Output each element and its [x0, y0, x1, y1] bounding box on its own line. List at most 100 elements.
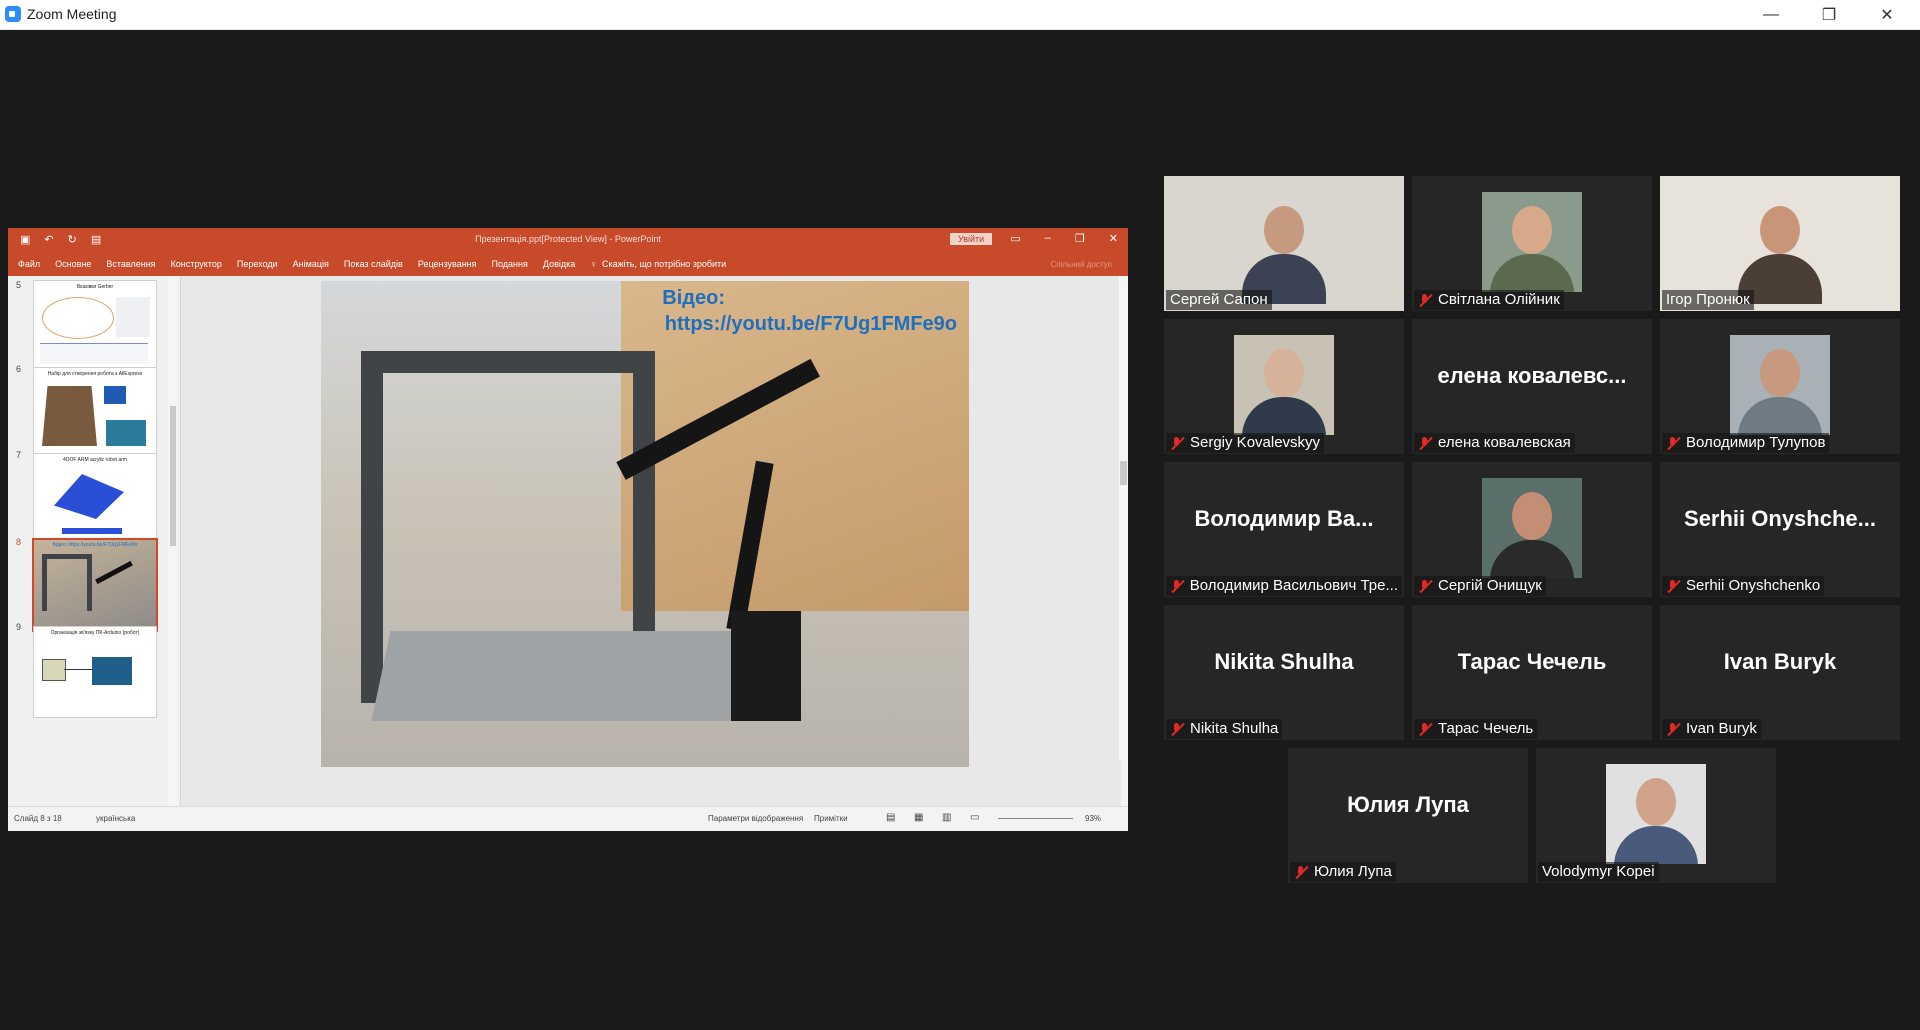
participant-tile[interactable]: Володимир Ва... Володимир Васильович Тре.…: [1164, 462, 1404, 597]
participant-tile[interactable]: Тарас Чечель Тарас Чечель: [1412, 605, 1652, 740]
participant-name-label: Юлия Лупа: [1290, 862, 1396, 882]
participant-name-label: елена ковалевская: [1414, 433, 1575, 453]
mic-muted-icon: [1294, 865, 1308, 879]
slide-counter: Слайд 8 з 18: [14, 814, 62, 823]
participant-tile[interactable]: Ivan Buryk Ivan Buryk: [1660, 605, 1900, 740]
participant-tile[interactable]: Sergiy Kovalevskyy: [1164, 319, 1404, 454]
slide-scrollbar[interactable]: [1119, 276, 1128, 760]
thumb-caption: Організація зв'язку ПК-Arduino (робот): [50, 630, 140, 636]
thumb-caption: Набір для створення робота з AliExpress: [47, 371, 143, 377]
participant-video: [1606, 764, 1706, 864]
tell-me-search[interactable]: Скажіть, що потрібно зробити: [602, 259, 726, 269]
ppt-close-icon[interactable]: ✕: [1109, 232, 1118, 245]
participant-tile[interactable]: Volodymyr Kopei: [1536, 748, 1776, 883]
participant-tile[interactable]: Ігор Пронюк: [1660, 176, 1900, 311]
participant-tile[interactable]: Nikita Shulha Nikita Shulha: [1164, 605, 1404, 740]
reading-view-icon[interactable]: ▥: [942, 812, 951, 823]
participant-name-label: Serhii Onyshchenko: [1662, 576, 1825, 596]
participant-display-name: Nikita Shulha: [1214, 649, 1354, 674]
menu-design[interactable]: Конструктор: [171, 259, 222, 269]
menu-view[interactable]: Подання: [492, 259, 528, 269]
slide-thumbnail-5[interactable]: Вказівки Gerber: [33, 280, 157, 372]
minimize-button[interactable]: —: [1742, 0, 1800, 29]
ppt-menu: Файл Основне Вставлення Конструктор Пере…: [18, 259, 741, 269]
share-button[interactable]: Спільний доступ: [1050, 260, 1112, 269]
display-settings-button[interactable]: Параметри відображення: [708, 814, 803, 823]
zoom-app-icon: [5, 6, 21, 22]
thumb-number: 8: [16, 537, 22, 547]
participant-name: Світлана Олійник: [1438, 291, 1560, 308]
participant-name: Sergiy Kovalevskyy: [1190, 434, 1321, 451]
slide-thumbnail-6[interactable]: Набір для створення робота з AliExpress: [33, 367, 157, 459]
menu-transitions[interactable]: Переходи: [237, 259, 278, 269]
participant-name: Юлия Лупа: [1314, 863, 1392, 880]
slide-video-link[interactable]: https://youtu.be/F7Ug1FMFe9o: [321, 311, 957, 337]
participant-tile[interactable]: Serhii Onyshche... Serhii Onyshchenko: [1660, 462, 1900, 597]
mic-muted-icon: [1418, 579, 1432, 593]
participant-display-name: Володимир Ва...: [1194, 506, 1374, 531]
participant-name-label: Володимир Тулупов: [1662, 433, 1830, 453]
menu-home[interactable]: Основне: [55, 259, 91, 269]
participant-name: Nikita Shulha: [1190, 720, 1279, 737]
ribbon-display-icon[interactable]: ▭: [1010, 232, 1020, 245]
thumb-number: 5: [16, 280, 22, 290]
lightbulb-icon: ♀: [590, 259, 597, 269]
zoom-slider[interactable]: [998, 818, 1073, 819]
participant-name: Ігор Пронюк: [1666, 291, 1750, 308]
current-slide: Відео: https://youtu.be/F7Ug1FMFe9o: [321, 281, 969, 767]
participant-name: Володимир Тулупов: [1686, 434, 1826, 451]
slide-thumbnail-7[interactable]: 4DOF ARM acrylic robot arm: [33, 453, 157, 545]
normal-view-icon[interactable]: ▤: [886, 812, 895, 823]
participant-tile[interactable]: Сергій Онищук: [1412, 462, 1652, 597]
menu-review[interactable]: Рецензування: [418, 259, 477, 269]
thumbnails-scrollbar[interactable]: [168, 276, 178, 806]
window-title: Zoom Meeting: [27, 6, 117, 22]
ppt-window-controls: ▭ – ❐ ✕: [1010, 232, 1118, 245]
zoom-level[interactable]: 93%: [1085, 814, 1101, 823]
window-title-bar: Zoom Meeting — ❐ ✕: [0, 0, 1920, 30]
close-button[interactable]: ✕: [1858, 0, 1916, 29]
slide-thumbnails-panel: 5 Вказівки Gerber 6 Набір для створення …: [8, 276, 181, 806]
notes-button[interactable]: Примітки: [814, 814, 848, 823]
mic-muted-icon: [1418, 722, 1432, 736]
thumb-number: 6: [16, 364, 22, 374]
participant-display-name: Юлия Лупа: [1347, 792, 1469, 817]
shared-screen[interactable]: ▣ ↶ ↻ ▤ Презентація.ppt[Protected View] …: [8, 228, 1128, 831]
mic-muted-icon: [1170, 579, 1184, 593]
participant-name-label: Сергей Сапон: [1166, 290, 1272, 310]
ppt-restore-icon[interactable]: ❐: [1075, 232, 1085, 245]
participant-name-label: Volodymyr Kopei: [1538, 862, 1659, 882]
menu-slideshow[interactable]: Показ слайдів: [344, 259, 403, 269]
participant-name-label: Ivan Buryk: [1662, 719, 1761, 739]
restore-button[interactable]: ❐: [1800, 0, 1858, 29]
participant-display-name: Serhii Onyshche...: [1684, 506, 1876, 531]
menu-file[interactable]: Файл: [18, 259, 40, 269]
slide-thumbnail-9[interactable]: Організація зв'язку ПК-Arduino (робот): [33, 626, 157, 718]
menu-help[interactable]: Довідка: [543, 259, 575, 269]
thumb-caption: Вказівки Gerber: [76, 284, 114, 290]
participant-tile[interactable]: Володимир Тулупов: [1660, 319, 1900, 454]
participant-name-label: Nikita Shulha: [1166, 719, 1283, 739]
slide-editor-area: Відео: https://youtu.be/F7Ug1FMFe9o: [181, 276, 1121, 806]
slide-video-caption: Відео: https://youtu.be/F7Ug1FMFe9o: [321, 285, 969, 337]
mic-muted-icon: [1418, 293, 1432, 307]
participant-tile[interactable]: Сергей Сапон: [1164, 176, 1404, 311]
ppt-minimize-icon[interactable]: –: [1045, 232, 1051, 245]
signin-button[interactable]: Увійти: [950, 233, 993, 245]
language-indicator[interactable]: українська: [96, 814, 135, 823]
mic-muted-icon: [1170, 436, 1184, 450]
menu-animations[interactable]: Анімація: [293, 259, 329, 269]
thumb-number: 9: [16, 622, 22, 632]
slideshow-icon[interactable]: ▭: [970, 812, 979, 823]
participant-name-label: Володимир Васильович Тре...: [1166, 576, 1402, 596]
participant-name: Сергей Сапон: [1170, 291, 1268, 308]
participant-name-label: Sergiy Kovalevskyy: [1166, 433, 1325, 453]
slide-thumbnail-8[interactable]: Відео: https://youtu.be/F7Ug1FMFe9o: [32, 538, 158, 632]
mic-muted-icon: [1418, 436, 1432, 450]
participant-tile[interactable]: Юлия Лупа Юлия Лупа: [1288, 748, 1528, 883]
participant-name: Володимир Васильович Тре...: [1189, 577, 1398, 594]
participant-tile[interactable]: елена ковалевс... елена ковалевская: [1412, 319, 1652, 454]
participant-tile[interactable]: Світлана Олійник: [1412, 176, 1652, 311]
menu-insert[interactable]: Вставлення: [106, 259, 155, 269]
slide-sorter-icon[interactable]: ▦: [914, 812, 923, 823]
